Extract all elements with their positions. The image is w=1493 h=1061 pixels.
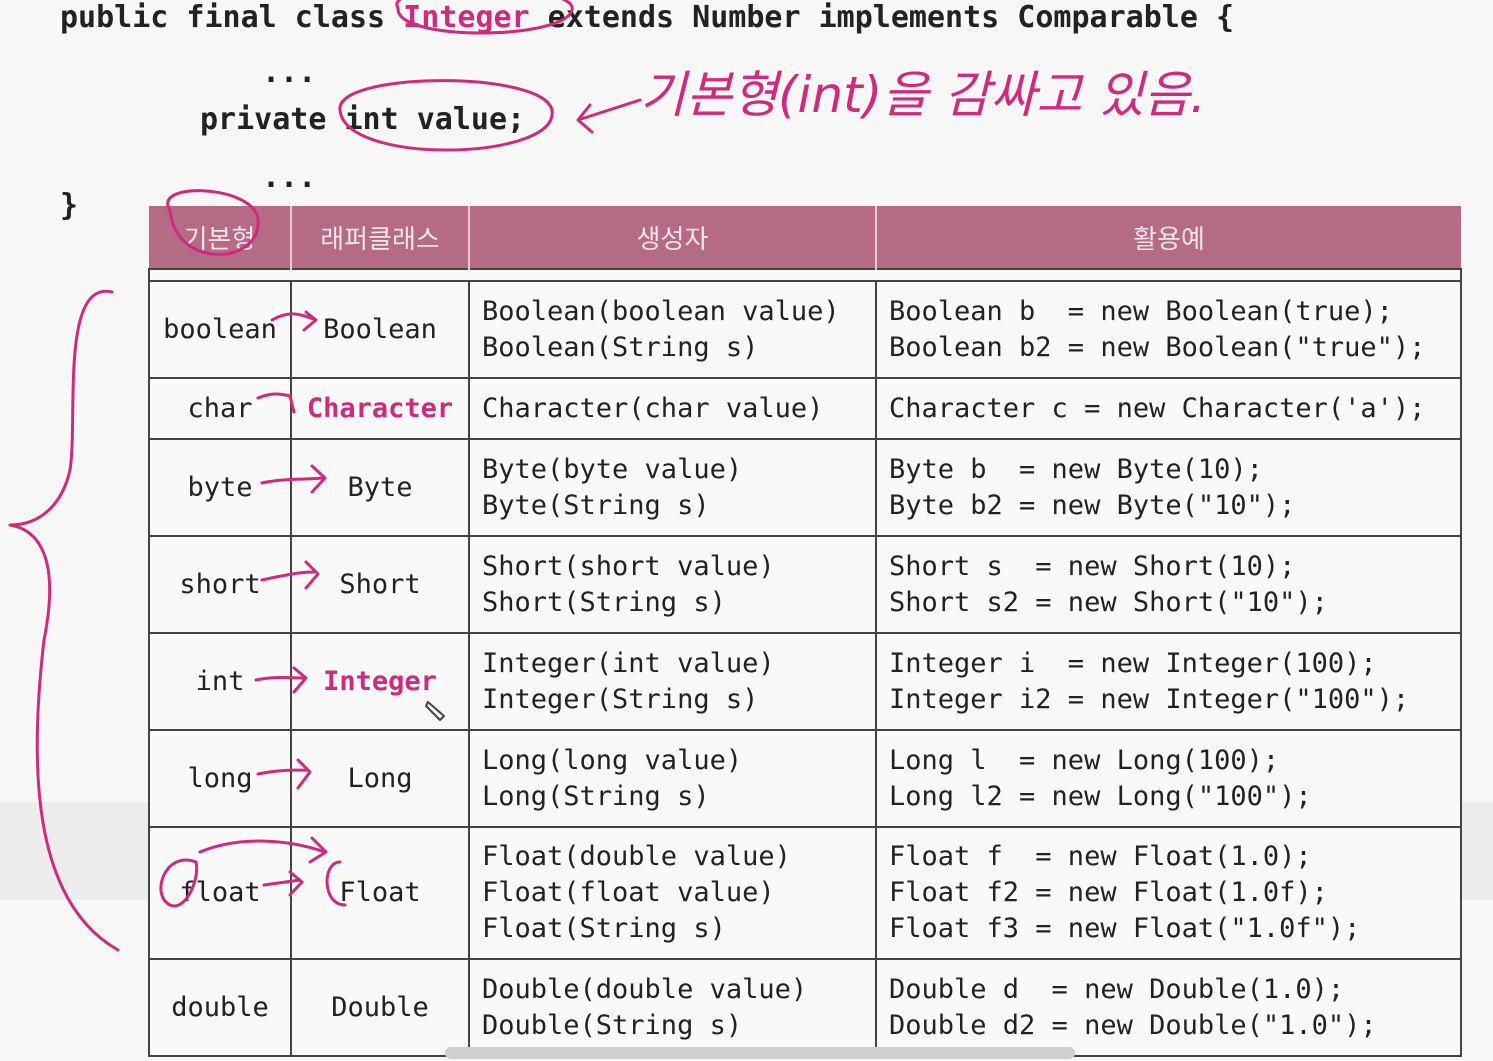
constructor-cell: Byte(byte value) Byte(String s): [468, 438, 877, 537]
wrapper-cell: Double: [290, 958, 470, 1057]
wrapper-cell: Float: [290, 826, 470, 960]
primitive-cell: float: [148, 826, 292, 960]
primitive-cell: int: [148, 632, 292, 731]
wrapper-cell: Character: [290, 377, 470, 440]
private-field: private int value;: [200, 102, 526, 137]
table-row: boolean Boolean Boolean(boolean value) B…: [148, 280, 1462, 379]
table-header-row: 기본형 래퍼클래스 생성자 활용예: [149, 206, 1461, 269]
example-cell: Long l = new Long(100); Long l2 = new Lo…: [875, 729, 1462, 828]
header-example: 활용예: [876, 206, 1461, 269]
constructor-cell: Boolean(boolean value) Boolean(String s): [468, 280, 877, 379]
table-row: byte Byte Byte(byte value) Byte(String s…: [148, 438, 1462, 537]
wrapper-class-table: 기본형 래퍼클래스 생성자 활용예 boolean Boolean Boolea…: [148, 206, 1462, 1057]
wrapper-cell: Boolean: [290, 280, 470, 379]
class-declaration: public final class Integer extends Numbe…: [60, 0, 1234, 35]
primitive-cell: double: [148, 958, 292, 1057]
table-row: int Integer Integer(int value) Integer(S…: [148, 632, 1462, 731]
example-cell: Boolean b = new Boolean(true); Boolean b…: [875, 280, 1462, 379]
primitive-cell: byte: [148, 438, 292, 537]
constructor-cell: Float(double value) Float(float value) F…: [468, 826, 877, 960]
class-name-integer: Integer: [403, 0, 530, 35]
class-decl-prefix: public final class: [60, 0, 404, 35]
table-row: float Float Float(double value) Float(fl…: [148, 826, 1462, 960]
primitive-cell: long: [148, 729, 292, 828]
arrow-to-handwriting: [576, 98, 642, 134]
example-cell: Byte b = new Byte(10); Byte b2 = new Byt…: [875, 438, 1462, 537]
wrapper-cell: Long: [290, 729, 470, 828]
handwritten-note: 기본형(int)을 감싸고 있음.: [640, 66, 1206, 124]
constructor-cell: Short(short value) Short(String s): [468, 535, 877, 634]
wrapper-cell: Integer: [290, 632, 470, 731]
primitive-cell: char: [148, 377, 292, 440]
header-constructor: 생성자: [469, 206, 877, 269]
table-row: char Character Character(char value) Cha…: [148, 377, 1462, 440]
constructor-cell: Character(char value): [468, 377, 877, 440]
wrapper-cell: Byte: [290, 438, 470, 537]
table-row: short Short Short(short value) Short(Str…: [148, 535, 1462, 634]
constructor-cell: Long(long value) Long(String s): [468, 729, 877, 828]
example-cell: Integer i = new Integer(100); Integer i2…: [875, 632, 1462, 731]
constructor-cell: Integer(int value) Integer(String s): [468, 632, 877, 731]
closing-brace: }: [60, 188, 79, 223]
header-primitive: 기본형: [149, 206, 292, 269]
header-wrapper: 래퍼클래스: [291, 206, 470, 269]
example-cell: Float f = new Float(1.0); Float f2 = new…: [875, 826, 1462, 960]
primitive-cell: short: [148, 535, 292, 634]
table-row: long Long Long(long value) Long(String s…: [148, 729, 1462, 828]
example-cell: Double d = new Double(1.0); Double d2 = …: [875, 958, 1462, 1057]
table-row: double Double Double(double value) Doubl…: [148, 958, 1462, 1057]
ellipsis-1: ...: [262, 55, 317, 90]
ellipsis-2: ...: [262, 160, 317, 195]
example-cell: Short s = new Short(10); Short s2 = new …: [875, 535, 1462, 634]
horizontal-scrollbar[interactable]: [445, 1047, 1075, 1059]
class-decl-suffix: extends Number implements Comparable {: [529, 0, 1235, 35]
constructor-cell: Double(double value) Double(String s): [468, 958, 877, 1057]
wrapper-cell: Short: [290, 535, 470, 634]
example-cell: Character c = new Character('a');: [875, 377, 1462, 440]
primitive-cell: boolean: [148, 280, 292, 379]
